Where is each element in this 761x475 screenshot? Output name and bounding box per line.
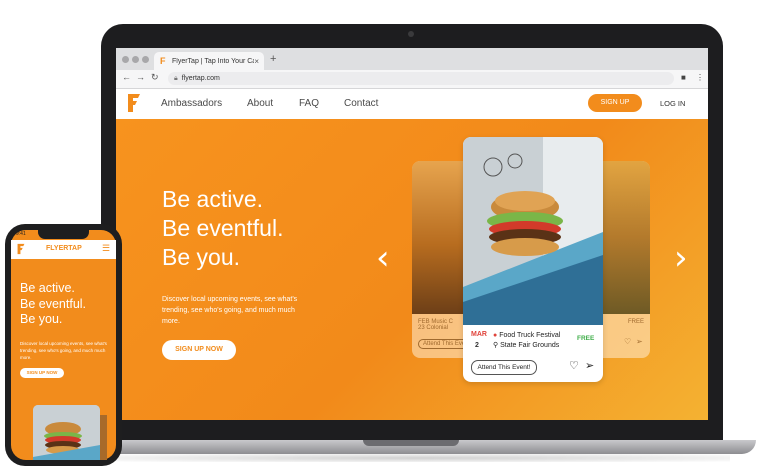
phone-notch — [38, 230, 89, 239]
laptop-lid-notch — [363, 440, 459, 446]
phone-headline-line-1: Be active. — [20, 281, 75, 295]
menu-icon[interactable]: ☰ — [102, 243, 110, 254]
phone-headline: Be active. Be eventful. Be you. — [20, 281, 86, 328]
browser-menu-icon[interactable]: ⋮ — [696, 73, 704, 82]
phone-signup-now-button[interactable]: SIGN UP NOW — [20, 368, 64, 378]
food-truck-image — [463, 137, 603, 325]
forward-icon[interactable]: → — [136, 72, 145, 82]
card-prev-place: Colonial — [426, 325, 449, 331]
phone-event-card[interactable] — [33, 405, 100, 460]
card-prev-day: 23 — [418, 325, 425, 331]
send-icon[interactable]: ➢ — [585, 359, 594, 372]
laptop-shadow — [110, 454, 730, 462]
phone-flyertap-logo[interactable] — [17, 243, 25, 255]
signup-now-button[interactable]: SIGN UP NOW — [162, 340, 236, 360]
event-details: ● Food Truck Festival ⚲ State Fair Groun… — [493, 331, 560, 351]
signup-button[interactable]: SIGN UP — [588, 94, 642, 112]
hero-headline: Be active. Be eventful. Be you. — [162, 185, 283, 272]
nav-about[interactable]: About — [247, 98, 273, 109]
laptop-screen: F FlyerTap | Tap Into Your Campus × + ← … — [116, 48, 708, 420]
flyertap-logo[interactable] — [127, 93, 141, 113]
event-day: 2 — [475, 342, 479, 349]
window-close-dot[interactable] — [122, 56, 129, 63]
window-minimize-dot[interactable] — [132, 56, 139, 63]
lock-icon: 🔒︎ — [174, 75, 178, 82]
chevron-left-icon[interactable]: ‹ — [376, 238, 390, 278]
phone-headline-line-3: Be you. — [20, 312, 63, 326]
profile-icon[interactable]: ■ — [681, 73, 686, 82]
new-tab-button[interactable]: + — [270, 53, 276, 65]
nav-ambassadors[interactable]: Ambassadors — [161, 98, 222, 109]
login-link[interactable]: LOG IN — [660, 99, 685, 108]
phone-headline-line-2: Be eventful. — [20, 296, 87, 311]
chevron-right-icon[interactable]: › — [674, 238, 688, 278]
phone-brand-title: FLYERTAP — [46, 245, 82, 252]
hero-subcopy: Discover local upcoming events, see what… — [162, 296, 298, 325]
phone-burger-image — [33, 405, 100, 460]
event-month: MAR — [471, 331, 487, 338]
event-name: Food Truck Festival — [499, 332, 561, 339]
headline-line-2: Be eventful. — [162, 215, 284, 241]
event-category-icon: ● — [493, 332, 498, 339]
browser-tab[interactable]: F FlyerTap | Tap Into Your Campus × — [154, 52, 264, 70]
flyertap-favicon-icon: F — [160, 56, 166, 66]
event-place: State Fair Grounds — [500, 342, 560, 349]
phone-status-time: 9:41 — [16, 231, 26, 237]
event-card-featured[interactable]: MAR 2 ● Food Truck Festival ⚲ State Fair… — [463, 137, 603, 382]
nav-contact[interactable]: Contact — [344, 98, 378, 109]
phone-subcopy: Discover local upcoming events, see what… — [20, 341, 107, 360]
address-bar[interactable]: 🔒︎ flyertap.com — [168, 72, 674, 85]
back-icon[interactable]: ← — [122, 72, 131, 82]
heart-icon[interactable]: ♡ — [624, 337, 631, 346]
card-next-free: FREE — [628, 319, 645, 325]
attend-event-button[interactable]: Attend This Event! — [471, 360, 537, 375]
headline-line-3: Be you. — [162, 244, 240, 270]
webcam — [408, 31, 414, 37]
burger-illustration — [463, 137, 603, 325]
url-text: flyertap.com — [181, 75, 220, 82]
send-icon[interactable]: ➢ — [636, 337, 643, 346]
tab-title: FlyerTap | Tap Into Your Campus — [172, 57, 255, 65]
headline-line-1: Be active. — [162, 186, 263, 212]
pin-icon: ⚲ — [493, 342, 499, 349]
tab-close-icon[interactable]: × — [254, 57, 259, 66]
event-price-badge: FREE — [577, 335, 595, 342]
reload-icon[interactable]: ↻ — [151, 72, 159, 83]
window-zoom-dot[interactable] — [142, 56, 149, 63]
heart-icon[interactable]: ♡ — [569, 359, 579, 372]
nav-faq[interactable]: FAQ — [299, 98, 319, 109]
